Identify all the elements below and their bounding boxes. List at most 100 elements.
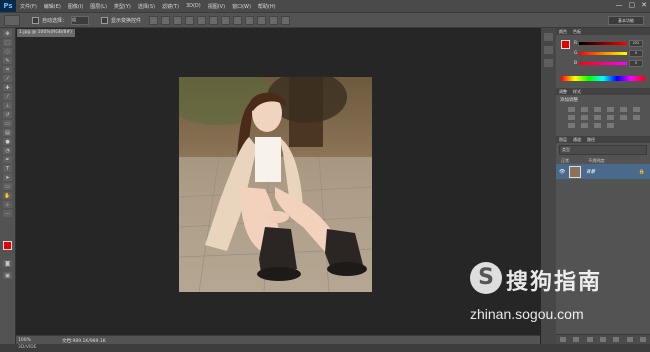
clone-stamp-tool-icon[interactable]: ⊥ — [3, 102, 12, 109]
menu-edit[interactable]: 编辑(E) — [44, 3, 61, 10]
blend-mode-dropdown[interactable]: 正常 — [561, 158, 569, 163]
green-value[interactable]: 0 — [629, 50, 643, 57]
tab-styles[interactable]: 样式 — [573, 88, 581, 95]
link-layers-icon[interactable] — [559, 337, 566, 342]
shape-tool-icon[interactable]: ▭ — [3, 183, 12, 190]
new-group-icon[interactable] — [613, 337, 620, 342]
red-value[interactable]: 252 — [629, 40, 643, 47]
blue-slider[interactable] — [579, 62, 627, 65]
layer-style-icon[interactable] — [573, 337, 580, 342]
close-button[interactable]: ✕ — [641, 1, 647, 9]
tab-color[interactable]: 颜色 — [559, 29, 567, 35]
foreground-color-swatch[interactable] — [3, 241, 12, 250]
timeline-label[interactable]: 3D/VIDE — [18, 345, 37, 350]
color-balance-icon[interactable] — [568, 115, 575, 120]
brush-tool-icon[interactable]: ⁄ — [3, 93, 12, 100]
menu-view[interactable]: 视图(V) — [208, 3, 225, 10]
distribute-middle-icon[interactable] — [233, 15, 243, 25]
gradient-map-icon[interactable] — [607, 123, 614, 128]
layer-background[interactable]: 👁 背景 🔒 — [556, 164, 650, 179]
trash-icon[interactable] — [640, 337, 647, 342]
menu-help[interactable]: 帮助(H) — [258, 3, 276, 10]
align-top-icon[interactable] — [149, 15, 159, 25]
add-mask-icon[interactable] — [586, 337, 593, 342]
color-lookup-icon[interactable] — [620, 115, 627, 120]
restore-button[interactable]: ▢ — [629, 1, 636, 9]
quick-mask-icon[interactable]: ◙ — [3, 260, 12, 267]
distribute-center-icon[interactable] — [269, 15, 279, 25]
hue-saturation-icon[interactable] — [633, 107, 640, 112]
menu-layer[interactable]: 图层(L) — [90, 3, 107, 10]
distribute-right-icon[interactable] — [281, 15, 291, 25]
adjustment-layer-icon[interactable] — [599, 337, 606, 342]
distribute-left-icon[interactable] — [257, 15, 267, 25]
zoom-tool-icon[interactable]: ⌕ — [3, 201, 12, 208]
tab-layers[interactable]: 图层 — [559, 137, 567, 143]
align-middle-icon[interactable] — [161, 15, 171, 25]
distribute-top-icon[interactable] — [221, 15, 231, 25]
brightness-contrast-icon[interactable] — [568, 107, 575, 112]
vibrance-icon[interactable] — [620, 107, 627, 112]
screen-mode-icon[interactable]: ▣ — [3, 272, 12, 279]
red-slider[interactable] — [579, 42, 627, 45]
move-tool-preset-icon[interactable] — [4, 14, 20, 26]
invert-icon[interactable] — [633, 115, 640, 120]
properties-panel-icon[interactable] — [544, 46, 553, 54]
transform-controls-checkbox[interactable] — [101, 16, 109, 24]
color-spectrum-bar[interactable] — [561, 76, 645, 81]
threshold-icon[interactable] — [581, 123, 588, 128]
workspace-switcher[interactable]: 基本功能 — [608, 16, 644, 25]
distribute-bottom-icon[interactable] — [245, 15, 255, 25]
history-panel-icon[interactable] — [544, 33, 553, 41]
eyedropper-tool-icon[interactable]: ⁄ — [3, 75, 12, 82]
document-tab[interactable]: 1.jpg @ 100%(RGB/8#) — [17, 29, 75, 37]
auto-select-dropdown[interactable]: 组 — [71, 15, 90, 25]
quick-select-tool-icon[interactable]: ✎ — [3, 57, 12, 64]
tab-channels[interactable]: 通道 — [573, 137, 581, 143]
green-slider[interactable] — [579, 52, 627, 55]
blue-value[interactable]: 0 — [629, 60, 643, 67]
menu-type[interactable]: 类型(Y) — [114, 3, 131, 10]
layer-filter-dropdown[interactable]: 类型 — [559, 145, 647, 155]
lasso-tool-icon[interactable]: ◌ — [3, 48, 12, 55]
tab-paths[interactable]: 路径 — [587, 137, 595, 143]
menu-image[interactable]: 图像(I) — [68, 3, 83, 10]
new-layer-icon[interactable] — [626, 337, 633, 342]
document-photo[interactable] — [179, 77, 372, 292]
exposure-icon[interactable] — [607, 107, 614, 112]
menu-3d[interactable]: 3D(D) — [186, 3, 201, 10]
align-left-icon[interactable] — [185, 15, 195, 25]
healing-brush-tool-icon[interactable]: ✚ — [3, 84, 12, 91]
tab-swatches[interactable]: 色板 — [573, 29, 581, 35]
menu-file[interactable]: 文件(F) — [20, 3, 37, 10]
menu-select[interactable]: 选择(S) — [138, 3, 155, 10]
dodge-tool-icon[interactable]: ◔ — [3, 147, 12, 154]
selective-color-icon[interactable] — [594, 123, 601, 128]
visibility-eye-icon[interactable]: 👁 — [559, 169, 565, 175]
black-white-icon[interactable] — [581, 115, 588, 120]
zoom-level[interactable]: 100% — [18, 338, 38, 343]
channel-mixer-icon[interactable] — [607, 115, 614, 120]
eraser-tool-icon[interactable]: ▭ — [3, 120, 12, 127]
type-tool-icon[interactable]: T — [3, 165, 12, 172]
hand-tool-icon[interactable]: ✋ — [3, 192, 12, 199]
curves-icon[interactable] — [594, 107, 601, 112]
color-panel-foreground-swatch[interactable] — [561, 40, 570, 49]
tab-adjustments[interactable]: 调整 — [559, 88, 567, 95]
align-center-icon[interactable] — [197, 15, 207, 25]
menu-window[interactable]: 窗口(W) — [232, 3, 251, 10]
photo-filter-icon[interactable] — [594, 115, 601, 120]
history-brush-tool-icon[interactable]: ↺ — [3, 111, 12, 118]
levels-icon[interactable] — [581, 107, 588, 112]
auto-select-checkbox[interactable] — [32, 16, 39, 24]
blur-tool-icon[interactable]: ● — [3, 138, 12, 145]
path-selection-tool-icon[interactable]: ➤ — [3, 174, 12, 181]
menu-filter[interactable]: 滤镜(T) — [162, 3, 179, 10]
marquee-tool-icon[interactable]: ⬚ — [3, 39, 12, 46]
align-right-icon[interactable] — [209, 15, 219, 25]
posterize-icon[interactable] — [568, 123, 575, 128]
gradient-tool-icon[interactable]: ▤ — [3, 129, 12, 136]
minimize-button[interactable]: — — [616, 1, 623, 9]
extra-tools-icon[interactable]: ⋯ — [3, 210, 12, 217]
crop-tool-icon[interactable]: ⌗ — [3, 66, 12, 73]
